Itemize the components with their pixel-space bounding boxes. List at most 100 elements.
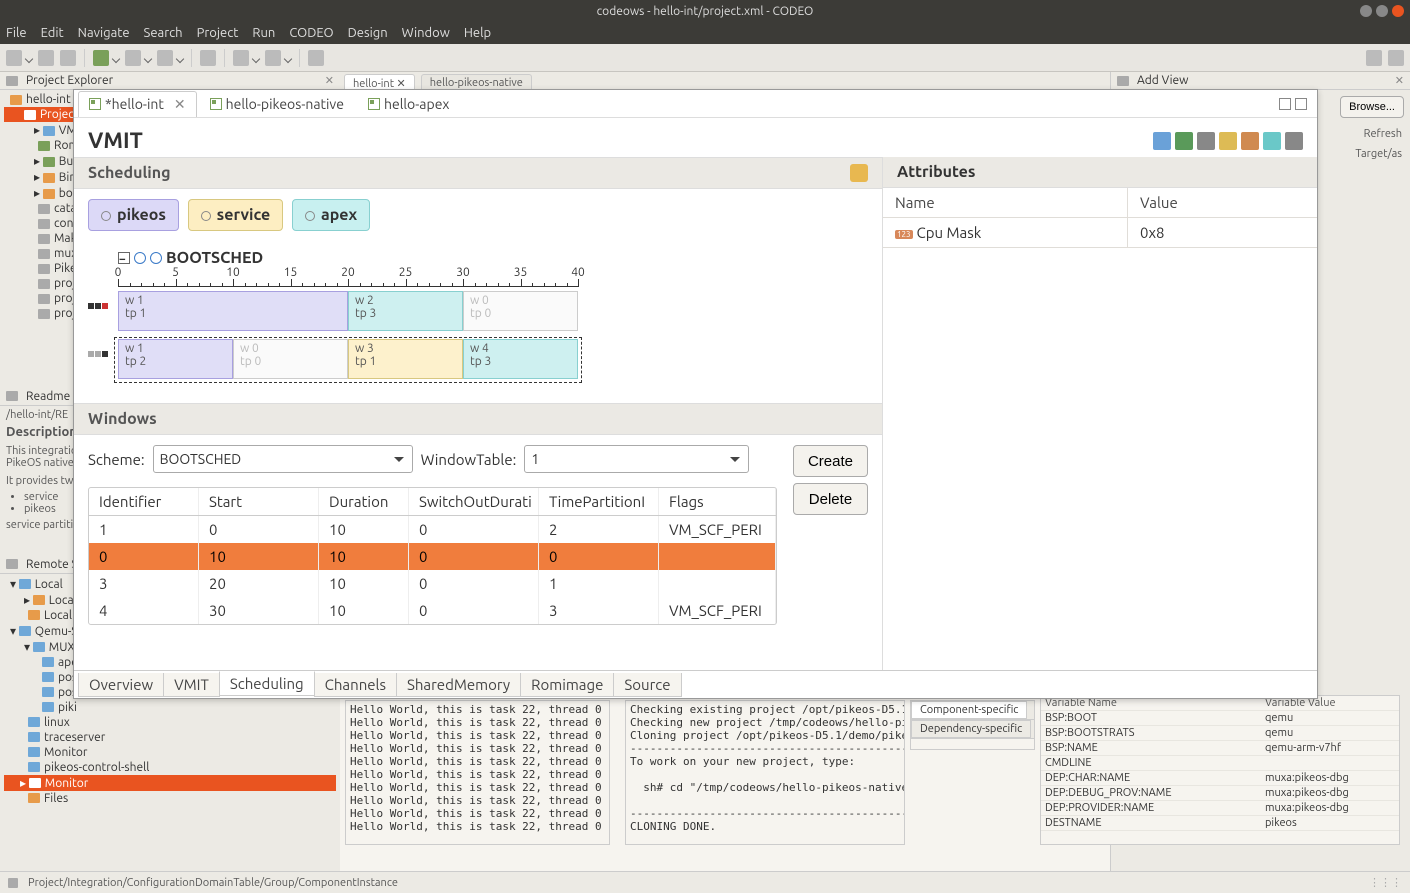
close-icon[interactable]: ✕ [174, 96, 186, 113]
col-flags: Flags [659, 488, 776, 515]
window-max-button[interactable] [1376, 5, 1388, 17]
maximize-pane-button[interactable] [1295, 98, 1307, 110]
table-row[interactable]: 4301003VM_SCF_PERI [89, 597, 776, 624]
table-row[interactable]: 3201001 [89, 570, 776, 597]
create-button[interactable]: Create [793, 445, 868, 477]
bottom-tab-source[interactable]: Source [613, 673, 681, 697]
menu-project[interactable]: Project [197, 26, 239, 40]
toolbar-back-icon[interactable] [233, 50, 249, 66]
bottom-tab-sharedmemory[interactable]: SharedMemory [396, 673, 521, 697]
timeline-block[interactable]: w 2tp 3 [348, 291, 463, 331]
bottom-tab-romimage[interactable]: Romimage [520, 673, 614, 697]
attribute-row[interactable]: 123Cpu Mask0x8 [883, 218, 1317, 248]
bottom-tab-scheduling[interactable]: Scheduling [219, 671, 315, 696]
col-identifier: Identifier [89, 488, 199, 515]
pill-pikeos[interactable]: pikeos [88, 199, 179, 231]
window-min-button[interactable] [1360, 5, 1372, 17]
menu-search[interactable]: Search [144, 26, 183, 40]
table-row[interactable]: 0101000 [89, 543, 776, 570]
menu-codeo[interactable]: CODEO [289, 26, 333, 40]
variable-row[interactable]: BSP:BOOTqemu [1041, 711, 1399, 726]
timeline-track-1[interactable]: w 1tp 1w 2tp 3w 0tp 0 [118, 291, 578, 333]
variable-row[interactable]: DEP:PROVIDER:NAMEmuxa:pikeos-dbg [1041, 801, 1399, 816]
brush-icon[interactable] [1219, 132, 1237, 150]
gears-icon[interactable] [1175, 132, 1193, 150]
menu-run[interactable]: Run [252, 26, 275, 40]
zoom-out-icon[interactable] [150, 252, 162, 264]
variable-row[interactable]: CMDLINE [1041, 756, 1399, 771]
window-close-button[interactable] [1392, 5, 1404, 17]
toolbar-run-icon[interactable] [93, 50, 109, 66]
editor-tab-hello-pikeos-native[interactable]: hello-pikeos-native [199, 91, 355, 116]
collapse-icon[interactable]: − [118, 252, 130, 264]
windowtable-label: WindowTable: [421, 451, 517, 468]
menu-design[interactable]: Design [348, 26, 388, 40]
scheme-combo[interactable]: BOOTSCHED [153, 445, 413, 473]
toolbar-perspective-icon[interactable] [1388, 50, 1404, 66]
console-1: Hello World, this is task 22, thread 0 H… [345, 700, 610, 845]
window-title: codeows - hello-int/project.xml - CODEO [597, 5, 814, 18]
table-row[interactable]: 101002VM_SCF_PERI [89, 516, 776, 543]
wand-icon[interactable] [1197, 132, 1215, 150]
menu-edit[interactable]: Edit [41, 26, 64, 40]
toolbar-search-icon[interactable] [200, 50, 216, 66]
timeline-block[interactable]: w 1tp 1 [118, 291, 348, 331]
pill-service[interactable]: service [188, 199, 284, 231]
toolbar-misc-icon[interactable] [308, 50, 324, 66]
project-explorer-tab[interactable]: Project Explorer ✕ [0, 72, 340, 90]
editor-tab-hello-apex[interactable]: hello-apex [357, 91, 461, 116]
bottom-tab-overview[interactable]: Overview [78, 673, 164, 697]
resize-grip-icon[interactable]: ⋮⋮⋮ [1369, 876, 1402, 889]
menu-file[interactable]: File [6, 26, 27, 40]
readme-title: Readme [26, 390, 70, 403]
scheduling-icon[interactable] [850, 164, 868, 182]
variable-row[interactable]: BSP:BOOTSTRATSqemu [1041, 726, 1399, 741]
toolbar-debug-icon[interactable] [125, 50, 141, 66]
tab-dependency-specific[interactable]: Dependency-specific [911, 720, 1031, 738]
package-icon[interactable] [1241, 132, 1259, 150]
gear-icon[interactable] [1153, 132, 1171, 150]
toolbar-launch-icon[interactable] [157, 50, 173, 66]
timeline-block[interactable]: w 3tp 1 [348, 339, 463, 379]
windowtable-combo[interactable]: 1 [524, 445, 749, 473]
toolbar-saveall-icon[interactable] [60, 50, 76, 66]
pill-apex[interactable]: apex [292, 199, 370, 231]
bottom-tab-vmit[interactable]: VMIT [163, 673, 220, 697]
readme-icon [6, 391, 18, 401]
tab-component-specific[interactable]: Component-specific [911, 701, 1027, 719]
toolbar-new-icon[interactable] [6, 50, 22, 66]
windows-table[interactable]: Identifier Start Duration SwitchOutDurat… [88, 487, 777, 625]
toolbar-forward-icon[interactable] [265, 50, 281, 66]
variable-row[interactable]: DESTNAMEpikeos [1041, 816, 1399, 831]
toolbar-save-icon[interactable] [38, 50, 54, 66]
vmit-toolbar [1153, 132, 1303, 150]
variable-row[interactable]: DEP:DEBUG_PROV:NAMEmuxa:pikeos-dbg [1041, 786, 1399, 801]
database-icon[interactable] [1285, 132, 1303, 150]
menu-window[interactable]: Window [402, 26, 450, 40]
delete-button[interactable]: Delete [793, 483, 868, 515]
variable-row[interactable]: DEP:CHAR:NAMEmuxa:pikeos-dbg [1041, 771, 1399, 786]
timeline-block[interactable]: w 0tp 0 [463, 291, 578, 331]
editor-tab-hello-int[interactable]: *hello-int ✕ [78, 91, 197, 117]
close-icon[interactable]: ✕ [325, 74, 334, 87]
timeline-block[interactable]: w 4tp 3 [463, 339, 578, 379]
zoom-in-icon[interactable] [134, 252, 146, 264]
bottom-tab-channels[interactable]: Channels [314, 673, 397, 697]
toolbar-quick-access-icon[interactable] [1366, 50, 1382, 66]
add-view-tab[interactable]: Add View ✕ [1111, 72, 1410, 90]
variables-table[interactable]: Variable NameVariable Value BSP:BOOTqemu… [1040, 695, 1400, 845]
bottom-tabbar: OverviewVMITSchedulingChannelsSharedMemo… [74, 670, 1317, 698]
scope-tabs: Component-specific Dependency-specific [910, 700, 1035, 750]
variable-row[interactable]: BSP:NAMEqemu-arm-v7hf [1041, 741, 1399, 756]
timeline-block[interactable]: w 0tp 0 [233, 339, 348, 379]
timeline-track-2[interactable]: w 1tp 2w 0tp 0w 3tp 1w 4tp 3 [118, 339, 578, 381]
add-view-title: Add View [1137, 74, 1188, 87]
minimize-pane-button[interactable] [1279, 98, 1291, 110]
status-icon [8, 878, 18, 888]
browse-button[interactable]: Browse... [1340, 96, 1404, 118]
menu-help[interactable]: Help [464, 26, 491, 40]
diagram-icon[interactable] [1263, 132, 1281, 150]
close-icon[interactable]: ✕ [1395, 74, 1404, 87]
timeline-block[interactable]: w 1tp 2 [118, 339, 233, 379]
menu-navigate[interactable]: Navigate [78, 26, 130, 40]
